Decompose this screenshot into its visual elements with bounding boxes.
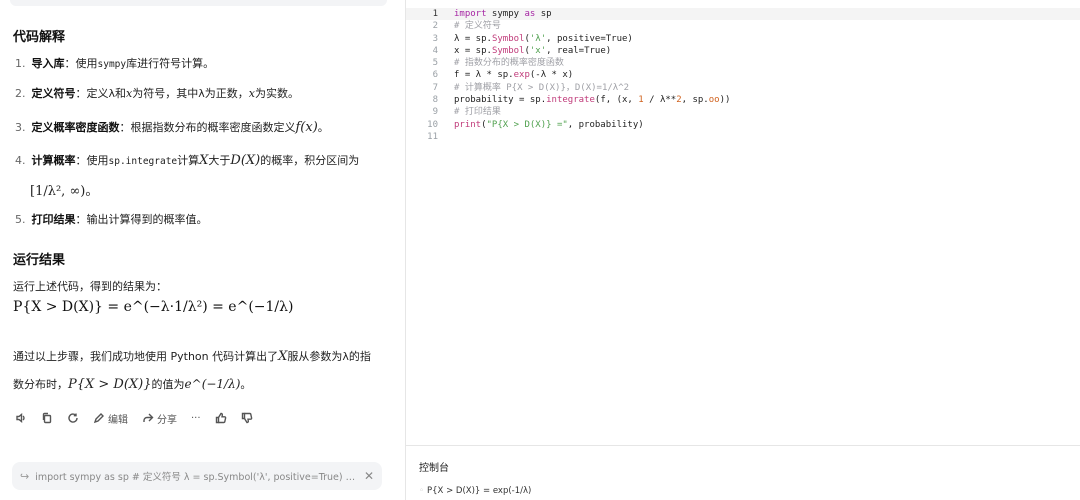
code-explain-heading: 代码解释 bbox=[13, 30, 66, 45]
read-aloud-button[interactable] bbox=[15, 412, 27, 424]
step-5: 5. 打印结果：输出计算得到的概率值。 bbox=[15, 213, 208, 226]
share-button[interactable]: 分享 bbox=[142, 411, 177, 426]
console-title: 控制台 bbox=[419, 463, 449, 474]
thumbs-up-icon bbox=[215, 412, 226, 424]
quoted-code-chip[interactable]: ↪ import sympy as sp # 定义符号 λ = sp.Symbo… bbox=[12, 462, 382, 490]
message-actions: 编辑 分享 ··· bbox=[15, 410, 253, 426]
code-line[interactable]: 2 # 定义符号 bbox=[406, 20, 1080, 32]
summary-line-2: 数分布时，P{X > D(X)}的值为e^(−1/λ)。 bbox=[13, 377, 252, 392]
copy-icon bbox=[42, 412, 52, 424]
step-3: 3. 定义概率密度函数：根据指数分布的概率密度函数定义f(x)。 bbox=[15, 120, 329, 135]
quoted-code-text: import sympy as sp # 定义符号 λ = sp.Symbol(… bbox=[35, 472, 358, 483]
code-line[interactable]: 11 bbox=[406, 131, 1080, 143]
code-line[interactable]: 5 # 指数分布的概率密度函数 bbox=[406, 57, 1080, 69]
output-marker-icon: ◦ bbox=[419, 486, 425, 496]
code-line[interactable]: 7 # 计算概率 P{X > D(X)}，D(X)=1/λ^2 bbox=[406, 82, 1080, 94]
result-formula: P{X > D(X)} = e^(−λ·1/λ²) = e^(−1/λ) bbox=[13, 299, 294, 315]
edit-icon bbox=[93, 413, 104, 424]
close-icon[interactable]: ✕ bbox=[364, 469, 374, 483]
step-4: 4. 计算概率：使用sp.integrate计算X大于D(X)的概率，积分区间为 bbox=[15, 153, 360, 168]
thumbs-up-button[interactable] bbox=[215, 412, 227, 424]
copy-button[interactable] bbox=[41, 412, 53, 424]
step-2: 2. 定义符号：定义λ和x为符号，其中λ为正数，x为实数。 bbox=[15, 87, 299, 100]
result-intro: 运行上述代码，得到的结果为： bbox=[13, 280, 167, 293]
code-line[interactable]: 9 # 打印结果 bbox=[406, 106, 1080, 118]
previous-message-edge bbox=[10, 0, 387, 6]
edit-button[interactable]: 编辑 bbox=[93, 411, 128, 426]
speaker-icon bbox=[16, 413, 25, 423]
more-button[interactable]: ··· bbox=[191, 413, 201, 424]
summary-line-1: 通过以上步骤，我们成功地使用 Python 代码计算出了X服从参数为λ的指 bbox=[13, 349, 371, 364]
code-line[interactable]: 8 probability = sp.integrate(f, (x, 1 / λ… bbox=[406, 94, 1080, 106]
reply-arrow-icon: ↪ bbox=[20, 469, 30, 483]
chat-panel: 代码解释 1. 导入库：使用sympy库进行符号计算。 2. 定义符号：定义λ和x为… bbox=[0, 0, 405, 500]
share-icon bbox=[143, 413, 154, 422]
console-panel: 控制台 ◦ P{X > D(X)} = exp(-1/λ) bbox=[405, 445, 1080, 500]
code-line[interactable]: 3λ = sp.Symbol('λ', positive=True) bbox=[406, 33, 1080, 45]
code-line[interactable]: 4x = sp.Symbol('x', real=True) bbox=[406, 45, 1080, 57]
console-output: ◦ P{X > D(X)} = exp(-1/λ) bbox=[419, 486, 532, 496]
code-line[interactable]: 1 import sympy as sp bbox=[406, 8, 1080, 21]
code-editor[interactable]: 1 import sympy as sp 2 # 定义符号 3λ = sp.Symb… bbox=[405, 0, 1080, 445]
code-line[interactable]: 10 print("P{X > D(X)} =", probability) bbox=[406, 119, 1080, 131]
code-line[interactable]: 6f = λ * sp.exp(-λ * x) bbox=[406, 69, 1080, 81]
step-4-interval: [1/λ², ∞)。 bbox=[30, 184, 99, 199]
regenerate-button[interactable] bbox=[67, 412, 79, 424]
refresh-icon bbox=[68, 413, 78, 423]
thumbs-down-icon bbox=[241, 412, 252, 424]
step-1: 1. 导入库：使用sympy库进行符号计算。 bbox=[15, 57, 215, 70]
result-heading: 运行结果 bbox=[13, 253, 66, 268]
code-area[interactable]: 1 import sympy as sp 2 # 定义符号 3λ = sp.Symb… bbox=[406, 8, 1080, 143]
thumbs-down-button[interactable] bbox=[241, 412, 253, 424]
